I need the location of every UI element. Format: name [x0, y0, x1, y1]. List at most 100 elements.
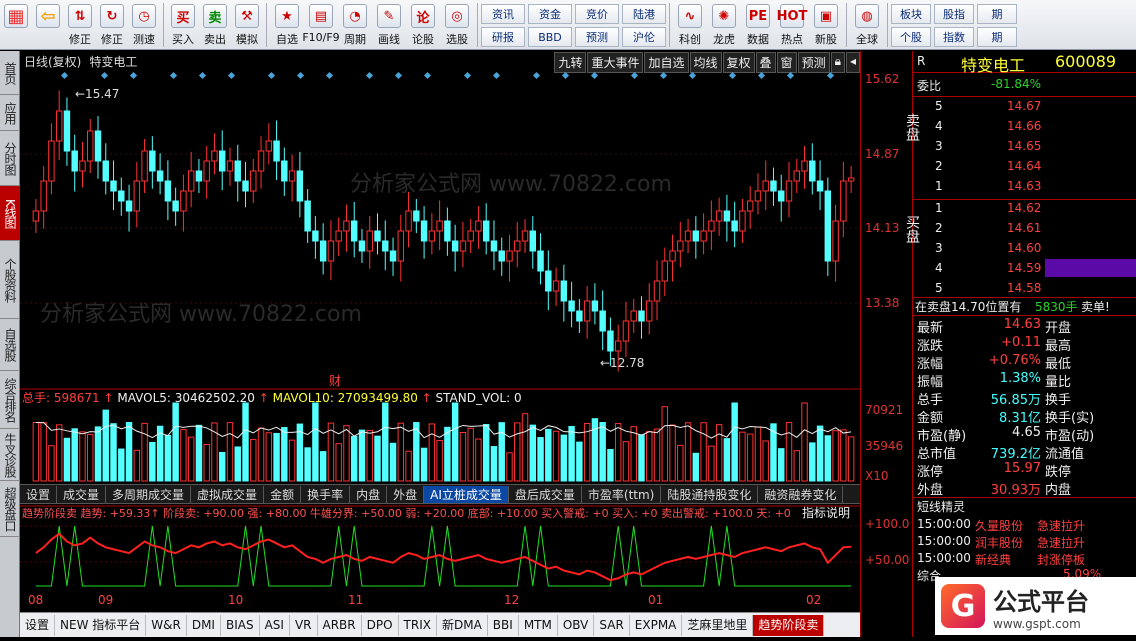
volume-bar[interactable] [327, 422, 335, 482]
tool-btn-0[interactable]: ★ 自选 [270, 0, 304, 50]
candle[interactable] [343, 204, 350, 252]
candle[interactable] [521, 219, 529, 253]
volume-bar[interactable] [560, 434, 568, 482]
volume-bar[interactable] [630, 426, 637, 482]
candle[interactable] [459, 221, 467, 268]
candle[interactable] [55, 90, 63, 161]
volume-bar[interactable] [288, 439, 296, 482]
volume-tab-7[interactable]: 外盘 [387, 485, 425, 503]
volume-bar[interactable] [265, 432, 273, 482]
market-link-4[interactable]: 指数 [934, 27, 974, 47]
candle[interactable] [273, 120, 280, 181]
event-marker[interactable] [227, 71, 236, 80]
candle[interactable] [397, 214, 405, 282]
candle[interactable] [746, 186, 754, 229]
candle[interactable] [87, 119, 94, 173]
volume-tab-5[interactable]: 换手率 [301, 485, 351, 503]
volume-bar[interactable] [164, 434, 172, 482]
toolbar-btn-3[interactable]: ↻ 修正 [96, 0, 128, 50]
volume-bar[interactable] [257, 427, 265, 482]
buy-order-row[interactable]: 2 14.61 [935, 221, 1136, 241]
volume-bar[interactable] [809, 442, 816, 482]
candle[interactable] [296, 151, 304, 218]
global-button[interactable]: ◍ 全球 [850, 0, 884, 50]
candle[interactable] [281, 147, 288, 196]
volume-bar[interactable] [195, 424, 203, 482]
candle[interactable] [552, 267, 560, 306]
candle[interactable] [405, 191, 412, 248]
indicator-tab-16[interactable]: 芝麻里地里 [682, 614, 754, 636]
volume-bar[interactable] [708, 445, 715, 482]
volume-bar[interactable] [669, 424, 676, 482]
quick-link-3[interactable]: 陆港 [622, 4, 666, 24]
candle[interactable] [824, 177, 832, 276]
financial-report-marker[interactable]: 财 [329, 374, 341, 388]
candle[interactable] [832, 204, 839, 282]
candle[interactable] [677, 221, 684, 268]
volume-bar[interactable] [739, 431, 746, 482]
volume-bar[interactable] [529, 424, 537, 482]
volume-bar[interactable] [219, 451, 226, 482]
quick-link-6[interactable]: 预测 [575, 27, 619, 47]
quick-link-1[interactable]: 资金 [528, 4, 572, 24]
candle[interactable] [94, 116, 102, 179]
candle[interactable] [816, 160, 824, 211]
candle[interactable] [684, 219, 692, 253]
candle[interactable] [327, 220, 335, 281]
indicator-tab-11[interactable]: BBI [488, 614, 519, 636]
volume-bar[interactable] [242, 402, 249, 482]
volume-bar[interactable] [614, 423, 622, 482]
candle[interactable] [793, 159, 800, 193]
volume-bar[interactable] [490, 446, 498, 482]
market-link-2[interactable]: 期 [977, 4, 1017, 24]
volume-bar[interactable] [312, 402, 319, 482]
volume-bar[interactable] [514, 422, 521, 482]
volume-bar[interactable] [715, 424, 723, 482]
candle[interactable] [692, 216, 700, 259]
candle[interactable] [156, 153, 164, 195]
candle[interactable] [125, 184, 133, 232]
candle[interactable] [149, 136, 156, 189]
volume-bar[interactable] [801, 402, 808, 482]
event-marker[interactable] [757, 71, 766, 80]
quick-link-2[interactable]: 竞价 [575, 4, 619, 24]
candle[interactable] [739, 199, 746, 243]
candle[interactable] [312, 216, 319, 259]
volume-tab-10[interactable]: 市盈率(ttm) [582, 485, 662, 503]
event-marker[interactable] [198, 71, 207, 80]
event-marker[interactable] [532, 71, 541, 80]
volume-bar[interactable] [467, 427, 474, 482]
volume-bar[interactable] [482, 424, 490, 482]
tool-btn-2[interactable]: ◔ 周期 [338, 0, 372, 50]
market-link-3[interactable]: 个股 [891, 27, 931, 47]
tool-btn-4[interactable]: 论论股 [406, 0, 440, 50]
candle[interactable] [661, 247, 668, 296]
candle[interactable] [242, 161, 249, 208]
volume-bar[interactable] [397, 422, 405, 482]
toolbar-btn-4[interactable]: ◷ 测速 [128, 0, 160, 50]
candle[interactable] [700, 213, 707, 255]
volume-bar[interactable] [118, 448, 125, 482]
candlestick-chart[interactable]: 分析家公式网 www.70822.com 分析家公式网 www.70822.com… [20, 51, 860, 641]
trade-btn-1[interactable]: 卖卖出 [199, 0, 231, 50]
event-marker[interactable] [365, 71, 374, 80]
event-marker[interactable] [786, 71, 795, 80]
event-marker[interactable] [169, 71, 178, 80]
event-marker[interactable] [826, 71, 835, 80]
sidebar-tab-5[interactable]: 自选股 [0, 319, 20, 371]
tool2-btn-0[interactable]: ∿ 科创 [673, 0, 707, 50]
volume-bar[interactable] [824, 435, 832, 482]
candle[interactable] [265, 123, 273, 165]
tool2-btn-2[interactable]: PE 数据 [741, 0, 775, 50]
sidebar-tab-6[interactable]: 综合排名 [0, 371, 20, 429]
tool2-btn-1[interactable]: ✺ 龙虎 [707, 0, 741, 50]
volume-tab-12[interactable]: 融资融券变化 [758, 485, 844, 503]
volume-tab-1[interactable]: 成交量 [57, 485, 107, 503]
candle[interactable] [413, 199, 420, 233]
buy-order-row[interactable]: 3 14.60 [935, 241, 1136, 261]
volume-bar[interactable] [537, 437, 544, 482]
candle[interactable] [451, 224, 459, 272]
buy-order-row[interactable]: 1 14.62 [935, 201, 1136, 221]
candle[interactable] [32, 199, 40, 233]
volume-bar[interactable] [63, 437, 71, 482]
